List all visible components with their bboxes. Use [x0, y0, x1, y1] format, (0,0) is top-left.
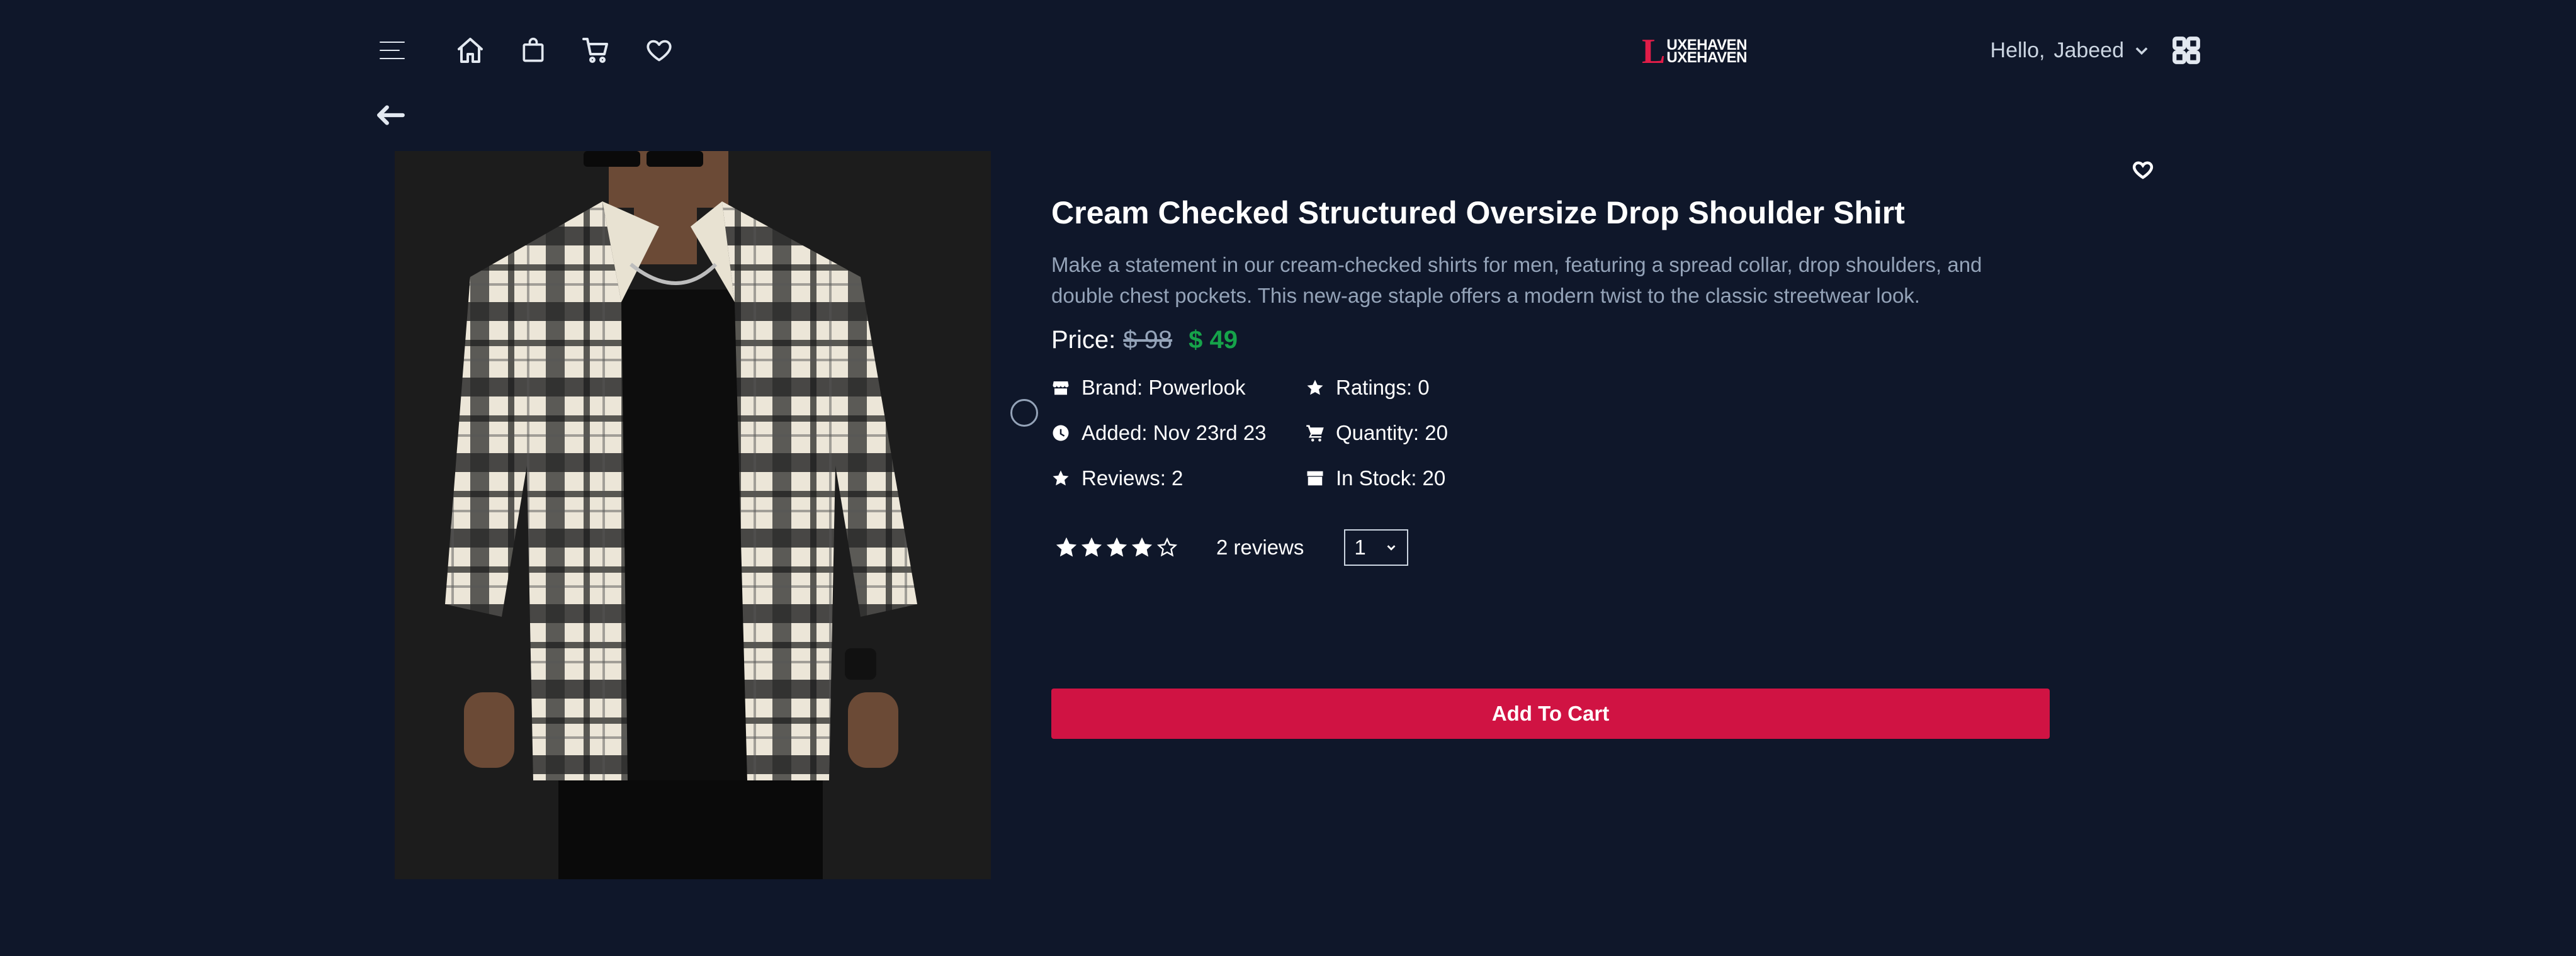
- logo-line-2: UXEHAVEN: [1666, 49, 1747, 66]
- review-count: 2 reviews: [1216, 536, 1304, 559]
- star-empty-icon[interactable]: [1157, 537, 1177, 558]
- cart-icon[interactable]: [579, 33, 613, 67]
- star-filled-icon[interactable]: [1132, 537, 1152, 558]
- star-filled-icon[interactable]: [1107, 537, 1127, 558]
- old-price: $ 98: [1123, 326, 1173, 354]
- star-rating[interactable]: [1056, 537, 1177, 558]
- back-arrow-icon[interactable]: [375, 99, 407, 131]
- star-filled-icon[interactable]: [1082, 537, 1102, 558]
- wishlist-heart-icon[interactable]: [2132, 159, 2157, 184]
- info-reviews: Reviews: 2: [1051, 466, 1306, 490]
- info-in-stock: In Stock: 20: [1306, 466, 1557, 490]
- quantity-text: Quantity: 20: [1336, 421, 1448, 444]
- info-ratings: Ratings: 0: [1306, 376, 1557, 400]
- rating-row: 2 reviews 1: [1051, 529, 2052, 566]
- in-stock-text: In Stock: 20: [1336, 466, 1446, 490]
- product-title: Cream Checked Structured Oversize Drop S…: [1051, 195, 1905, 230]
- added-text: Added: Nov 23rd 23: [1082, 421, 1267, 444]
- greeting-text: Hello,: [1990, 38, 2045, 62]
- new-price: $ 49: [1189, 326, 1238, 354]
- heart-icon[interactable]: [642, 33, 676, 67]
- brand-text: Brand: Powerlook: [1082, 376, 1246, 399]
- star-icon: [1307, 380, 1323, 395]
- ratings-text: Ratings: 0: [1336, 376, 1430, 399]
- clock-icon: [1053, 425, 1069, 441]
- price-label: Price:: [1051, 326, 1116, 354]
- logo-text: UXEHAVEN UXEHAVEN: [1666, 38, 1747, 65]
- hamburger-menu-icon[interactable]: [375, 33, 409, 67]
- reviews-text: Reviews: 2: [1082, 466, 1183, 490]
- quantity-value: 1: [1354, 536, 1366, 559]
- chevron-down-icon: [1387, 545, 1396, 551]
- quantity-select[interactable]: 1: [1344, 529, 1409, 566]
- top-navbar: L UXEHAVEN UXEHAVEN Hello, Jabeed: [375, 30, 2203, 70]
- home-icon[interactable]: [453, 33, 487, 67]
- info-quantity: Quantity: 20: [1306, 421, 1557, 445]
- star-filled-icon[interactable]: [1056, 537, 1076, 558]
- nav-links: [453, 33, 676, 67]
- shopping-bag-icon[interactable]: [516, 33, 550, 67]
- cart-icon: [1306, 425, 1324, 442]
- logo-letter: L: [1642, 32, 1666, 71]
- brand-logo[interactable]: L UXEHAVEN UXEHAVEN: [1642, 32, 1747, 71]
- box-icon: [1307, 471, 1323, 486]
- radio-indicator[interactable]: [1010, 399, 1038, 427]
- add-to-cart-button[interactable]: Add To Cart: [1051, 689, 2050, 739]
- star-icon: [1053, 470, 1069, 486]
- chevron-down-icon: [2135, 47, 2148, 55]
- price-row: Price: $ 98 $ 49: [1051, 326, 2052, 354]
- product-info-grid: Brand: Powerlook Ratings: 0 Added: Nov 2…: [1051, 376, 2052, 490]
- info-added: Added: Nov 23rd 23: [1051, 421, 1306, 445]
- product-page: L UXEHAVEN UXEHAVEN Hello, Jabeed Cream …: [0, 0, 2576, 956]
- store-icon: [1053, 381, 1069, 395]
- user-area: Hello, Jabeed: [1991, 30, 2203, 70]
- info-brand: Brand: Powerlook: [1051, 376, 1306, 400]
- grid-view-icon[interactable]: [2169, 33, 2203, 67]
- product-image: [395, 151, 991, 879]
- product-description: Make a statement in our cream-checked sh…: [1051, 253, 1982, 307]
- user-name: Jabeed: [2053, 38, 2124, 62]
- user-menu-dropdown[interactable]: Hello, Jabeed: [1991, 38, 2150, 63]
- product-details: Cream Checked Structured Oversize Drop S…: [1051, 189, 2052, 566]
